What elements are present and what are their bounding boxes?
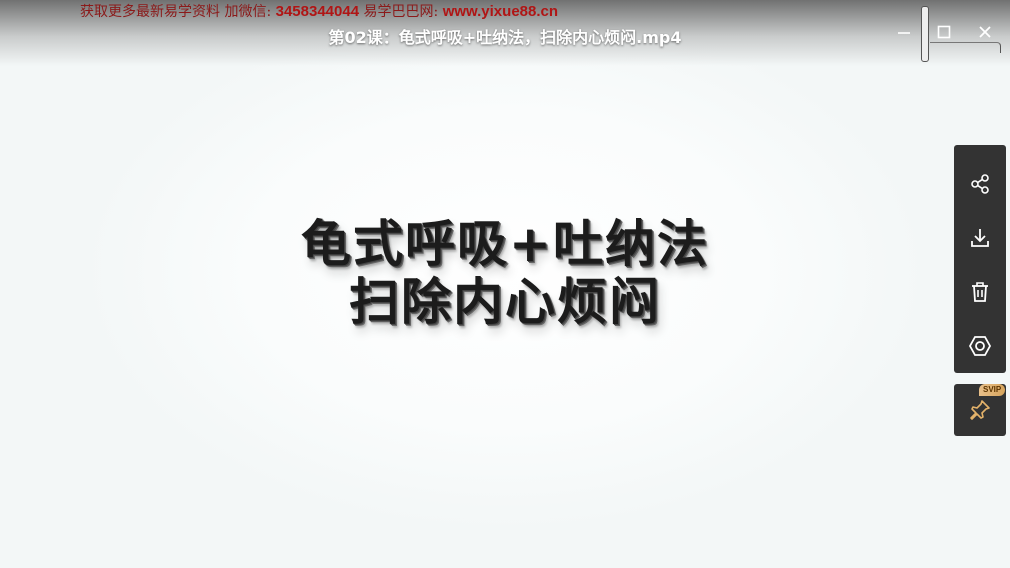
slide-title-line2: 扫除内心烦闷	[349, 273, 661, 331]
watermark-site: www.yixue88.cn	[442, 3, 559, 20]
settings-icon	[968, 336, 992, 356]
share-icon	[971, 174, 989, 194]
svip-badge: SVIP	[979, 384, 1006, 396]
pin-icon	[970, 400, 990, 420]
settings-button[interactable]	[954, 321, 1006, 371]
watermark-wechat: 3458344044	[275, 3, 360, 20]
window-title: 第02课：龟式呼吸+吐纳法，扫除内心烦闷.mp4	[328, 28, 682, 47]
maximize-icon	[937, 25, 951, 39]
watermark-prefix: 获取更多最新易学资料 加微信:	[80, 4, 276, 20]
maximize-button[interactable]	[932, 20, 956, 44]
delete-button[interactable]	[954, 267, 1006, 317]
download-button[interactable]	[954, 213, 1006, 263]
download-icon	[971, 229, 989, 247]
watermark-middle: 易学巴巴网:	[359, 4, 443, 20]
share-button[interactable]	[954, 159, 1006, 209]
video-player: 获取更多最新易学资料 加微信: 3458344044 易学巴巴网: www.yi…	[0, 0, 1010, 568]
close-button[interactable]	[973, 20, 997, 44]
resize-handle	[921, 6, 929, 62]
minimize-icon	[898, 32, 910, 34]
delete-icon	[972, 282, 988, 302]
watermark: 获取更多最新易学资料 加微信: 3458344044 易学巴巴网: www.yi…	[80, 1, 558, 21]
side-toolbar	[954, 145, 1006, 373]
minimize-button[interactable]	[892, 20, 916, 44]
close-icon	[979, 26, 991, 38]
